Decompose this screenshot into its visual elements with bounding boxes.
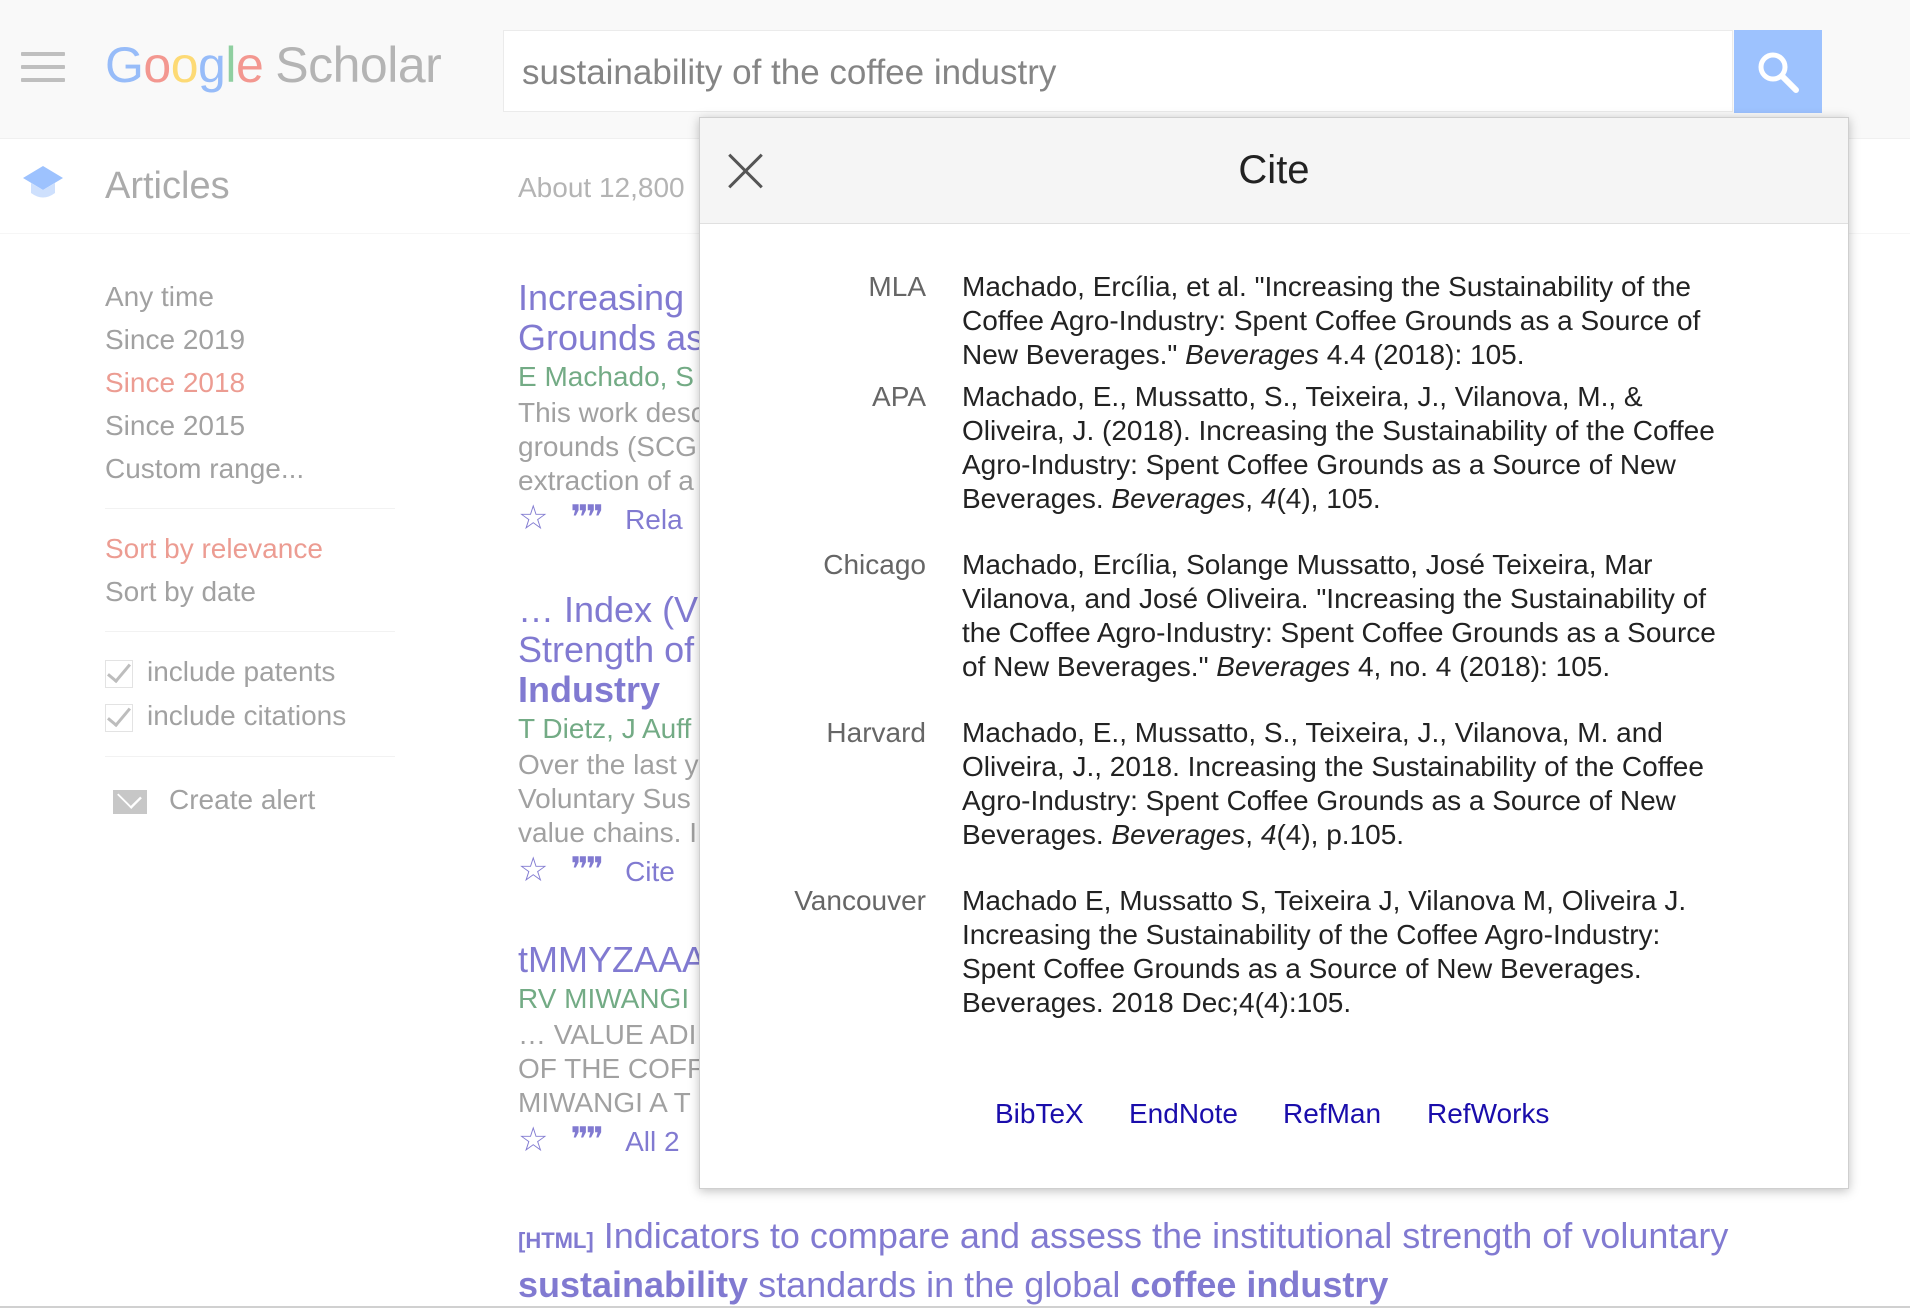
cite-dialog-title: Cite <box>1238 148 1310 192</box>
export-endnote-link[interactable]: EndNote <box>1129 1098 1238 1130</box>
cite-dialog: Cite MLA Machado, Ercília, et al. "Incre… <box>699 117 1849 1189</box>
cite-dialog-header: Cite <box>700 118 1848 224</box>
export-refman-link[interactable]: RefMan <box>1283 1098 1381 1130</box>
export-bibtex-link[interactable]: BibTeX <box>995 1098 1084 1130</box>
citation-style-label: APA <box>872 381 926 412</box>
export-refworks-link[interactable]: RefWorks <box>1427 1098 1549 1130</box>
citation-style-label: Vancouver <box>794 885 926 916</box>
citation-style-label: Harvard <box>826 717 926 748</box>
citation-style-label: Chicago <box>823 549 926 580</box>
citation-text[interactable]: Machado, E., Mussatto, S., Teixeira, J.,… <box>962 380 1792 516</box>
citation-text[interactable]: Machado E, Mussatto S, Teixeira J, Vilan… <box>962 884 1792 1020</box>
citation-style-label: MLA <box>868 271 926 302</box>
citation-text[interactable]: Machado, E., Mussatto, S., Teixeira, J.,… <box>962 716 1792 852</box>
citation-text[interactable]: Machado, Ercília, Solange Mussatto, José… <box>962 548 1792 684</box>
citation-text[interactable]: Machado, Ercília, et al. "Increasing the… <box>962 270 1792 372</box>
